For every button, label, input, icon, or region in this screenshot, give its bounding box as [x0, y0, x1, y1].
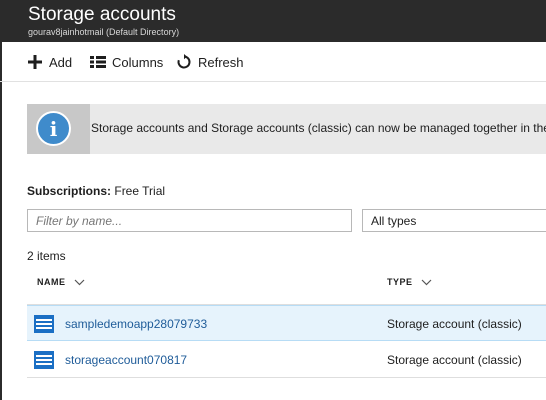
columns-button[interactable]: Columns — [90, 51, 163, 73]
storage-account-name-link[interactable]: sampledemoapp28079733 — [65, 317, 207, 331]
info-banner-text: Storage accounts and Storage accounts (c… — [91, 121, 546, 135]
add-label: Add — [49, 54, 73, 70]
plus-icon — [28, 55, 42, 69]
storage-account-name-link[interactable]: storageaccount070817 — [65, 353, 187, 367]
chevron-down-icon — [421, 279, 431, 285]
directory-subtitle: gourav8jainhotmail (Default Directory) — [28, 27, 180, 37]
storage-account-icon — [34, 315, 54, 333]
blade-header: Storage accounts gourav8jainhotmail (Def… — [0, 0, 546, 42]
blade-left-border — [0, 42, 2, 400]
storage-account-type: Storage account (classic) — [387, 317, 522, 331]
type-filter-dropdown[interactable]: All types — [362, 209, 546, 232]
columns-icon — [90, 56, 106, 68]
add-button[interactable]: Add — [27, 51, 72, 73]
storage-account-icon — [34, 351, 54, 369]
filter-by-name-input[interactable] — [27, 209, 352, 232]
subscriptions-value: Free Trial — [114, 184, 166, 198]
info-icon-container: i — [27, 104, 90, 154]
storage-account-type: Storage account (classic) — [387, 353, 522, 367]
columns-label: Columns — [112, 54, 164, 70]
refresh-label: Refresh — [198, 54, 244, 70]
refresh-button[interactable]: Refresh — [176, 51, 244, 73]
table-row[interactable]: sampledemoapp28079733 Storage account (c… — [27, 305, 546, 341]
subscriptions-filter[interactable]: Subscriptions: Free Trial — [27, 184, 165, 198]
items-count: 2 items — [27, 249, 66, 263]
type-column-header[interactable]: TYPE — [387, 277, 432, 287]
table-row[interactable]: storageaccount070817 Storage account (cl… — [27, 342, 546, 378]
info-icon: i — [36, 111, 71, 146]
name-column-header[interactable]: NAME — [37, 277, 85, 287]
info-banner: i Storage accounts and Storage accounts … — [27, 104, 546, 154]
type-column-label: TYPE — [387, 277, 413, 287]
refresh-icon — [177, 54, 191, 69]
page-title: Storage accounts — [28, 4, 176, 25]
subscriptions-label: Subscriptions: — [27, 184, 112, 198]
name-column-label: NAME — [37, 277, 66, 287]
chevron-down-icon — [74, 279, 84, 285]
command-bar: Add Columns Refresh — [0, 42, 546, 82]
